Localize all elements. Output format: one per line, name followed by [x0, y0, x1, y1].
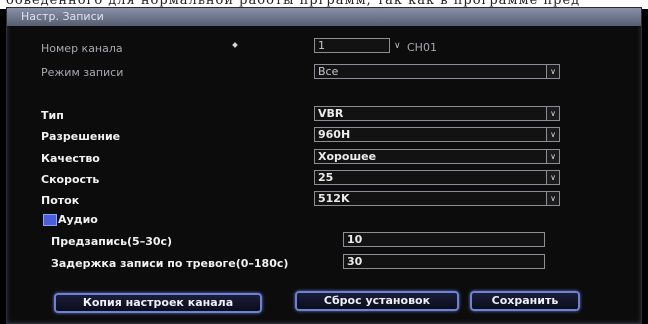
chevron-down-icon: ∨: [546, 150, 559, 163]
titlebar: Настр. Записи: [7, 8, 641, 26]
chevron-down-icon: ∨: [546, 171, 559, 184]
channel-label: Номер канала: [41, 42, 123, 55]
resolution-select[interactable]: 960H ∨: [314, 127, 560, 142]
stream-select[interactable]: 512K ∨: [314, 191, 560, 206]
alarm-delay-value: 30: [347, 255, 363, 268]
channel-name: CH01: [407, 41, 437, 54]
resolution-value: 960H: [318, 128, 351, 141]
audio-checkbox[interactable]: [43, 214, 57, 226]
type-select[interactable]: VBR ∨: [314, 106, 560, 121]
channel-number-select[interactable]: 1: [314, 38, 390, 53]
reset-settings-button[interactable]: Сброс установок: [295, 291, 459, 311]
chevron-down-icon: ∨: [546, 107, 559, 120]
channel-number-value: 1: [318, 39, 325, 52]
record-mode-label: Режим записи: [41, 66, 124, 79]
quality-label: Качество: [41, 152, 100, 165]
stream-label: Поток: [41, 194, 80, 207]
chevron-down-icon: ∨: [546, 65, 559, 78]
alarm-delay-input[interactable]: 30: [343, 254, 545, 269]
speed-value: 25: [318, 171, 334, 184]
type-label: Тип: [41, 109, 64, 122]
prerecord-input[interactable]: 10: [343, 232, 545, 247]
audio-label: Аудио: [58, 213, 98, 226]
prerecord-label: Предзапись(5–30с): [51, 235, 173, 248]
quality-value: Хорошее: [318, 150, 377, 163]
resolution-label: Разрешение: [41, 130, 121, 143]
type-value: VBR: [318, 107, 344, 120]
dialog-title: Настр. Записи: [21, 10, 104, 23]
speed-label: Скорость: [41, 173, 100, 186]
record-mode-value: Все: [318, 65, 339, 78]
quality-select[interactable]: Хорошее ∨: [314, 149, 560, 164]
prerecord-value: 10: [347, 233, 363, 246]
alarm-delay-label: Задержка записи по тревоге(0–180с): [51, 257, 289, 270]
chevron-down-icon: ∨: [546, 128, 559, 141]
chevron-down-icon: ∨: [546, 192, 559, 205]
stream-value: 512K: [318, 192, 350, 205]
record-mode-select[interactable]: Все ∨: [314, 64, 560, 79]
mouse-cursor-icon: [232, 42, 238, 48]
record-settings-dialog: Настр. Записи Номер канала 1 ∨ CH01 Режи…: [6, 7, 642, 324]
save-button[interactable]: Сохранить: [470, 291, 580, 311]
chevron-down-icon[interactable]: ∨: [394, 41, 401, 51]
speed-select[interactable]: 25 ∨: [314, 170, 560, 185]
copy-channel-settings-button[interactable]: Копия настроек канала: [54, 293, 262, 313]
